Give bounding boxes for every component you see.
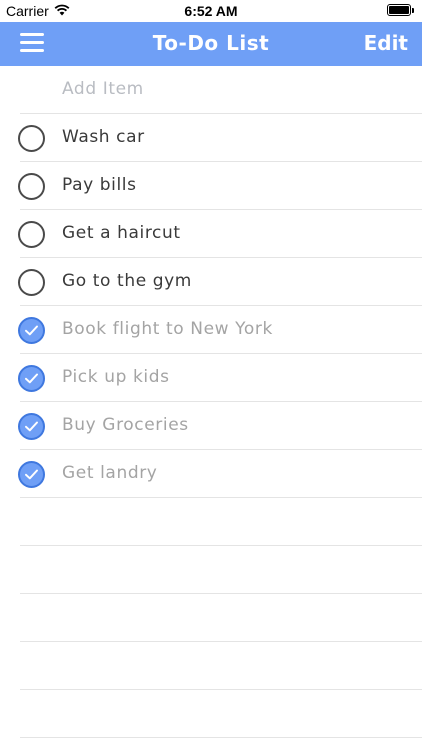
edit-button[interactable]: Edit bbox=[364, 31, 408, 55]
task-label: Wash car bbox=[62, 127, 145, 147]
empty-row bbox=[20, 642, 422, 690]
task-label: Pick up kids bbox=[62, 367, 170, 387]
task-rows: Wash car Pay bills Get a haircut Go to the … bbox=[0, 114, 422, 498]
checked-circle-icon[interactable] bbox=[18, 365, 45, 392]
empty-row bbox=[20, 690, 422, 738]
task-row[interactable]: Pick up kids bbox=[18, 354, 422, 402]
add-item-row[interactable]: Add Item bbox=[20, 66, 422, 114]
task-row[interactable]: Get landry bbox=[18, 450, 422, 498]
unchecked-circle-icon[interactable] bbox=[18, 269, 45, 296]
task-label: Pay bills bbox=[62, 175, 137, 195]
status-time: 6:52 AM bbox=[184, 3, 238, 19]
task-row[interactable]: Book flight to New York bbox=[18, 306, 422, 354]
task-label: Go to the gym bbox=[62, 271, 192, 291]
empty-row bbox=[20, 594, 422, 642]
checked-circle-icon[interactable] bbox=[18, 317, 45, 344]
battery-icon bbox=[387, 4, 414, 16]
nav-bar: To-Do List Edit bbox=[0, 22, 422, 66]
task-row[interactable]: Pay bills bbox=[18, 162, 422, 210]
task-label: Get landry bbox=[62, 463, 158, 483]
unchecked-circle-icon[interactable] bbox=[18, 173, 45, 200]
task-row[interactable]: Wash car bbox=[18, 114, 422, 162]
task-row[interactable]: Buy Groceries bbox=[18, 402, 422, 450]
add-item-input[interactable]: Add Item bbox=[62, 79, 144, 99]
task-row[interactable]: Get a haircut bbox=[18, 210, 422, 258]
empty-row bbox=[20, 546, 422, 594]
unchecked-circle-icon[interactable] bbox=[18, 125, 45, 152]
task-label: Buy Groceries bbox=[62, 415, 189, 435]
page-title: To-Do List bbox=[152, 31, 270, 55]
checked-circle-icon[interactable] bbox=[18, 413, 45, 440]
task-label: Book flight to New York bbox=[62, 319, 273, 339]
todo-list: Add Item Wash car Pay bills Get a haircut G… bbox=[0, 66, 422, 738]
status-bar: Carrier 6:52 AM bbox=[0, 0, 422, 22]
unchecked-circle-icon[interactable] bbox=[18, 221, 45, 248]
task-row[interactable]: Go to the gym bbox=[18, 258, 422, 306]
checked-circle-icon[interactable] bbox=[18, 461, 45, 488]
task-label: Get a haircut bbox=[62, 223, 181, 243]
empty-row bbox=[20, 498, 422, 546]
